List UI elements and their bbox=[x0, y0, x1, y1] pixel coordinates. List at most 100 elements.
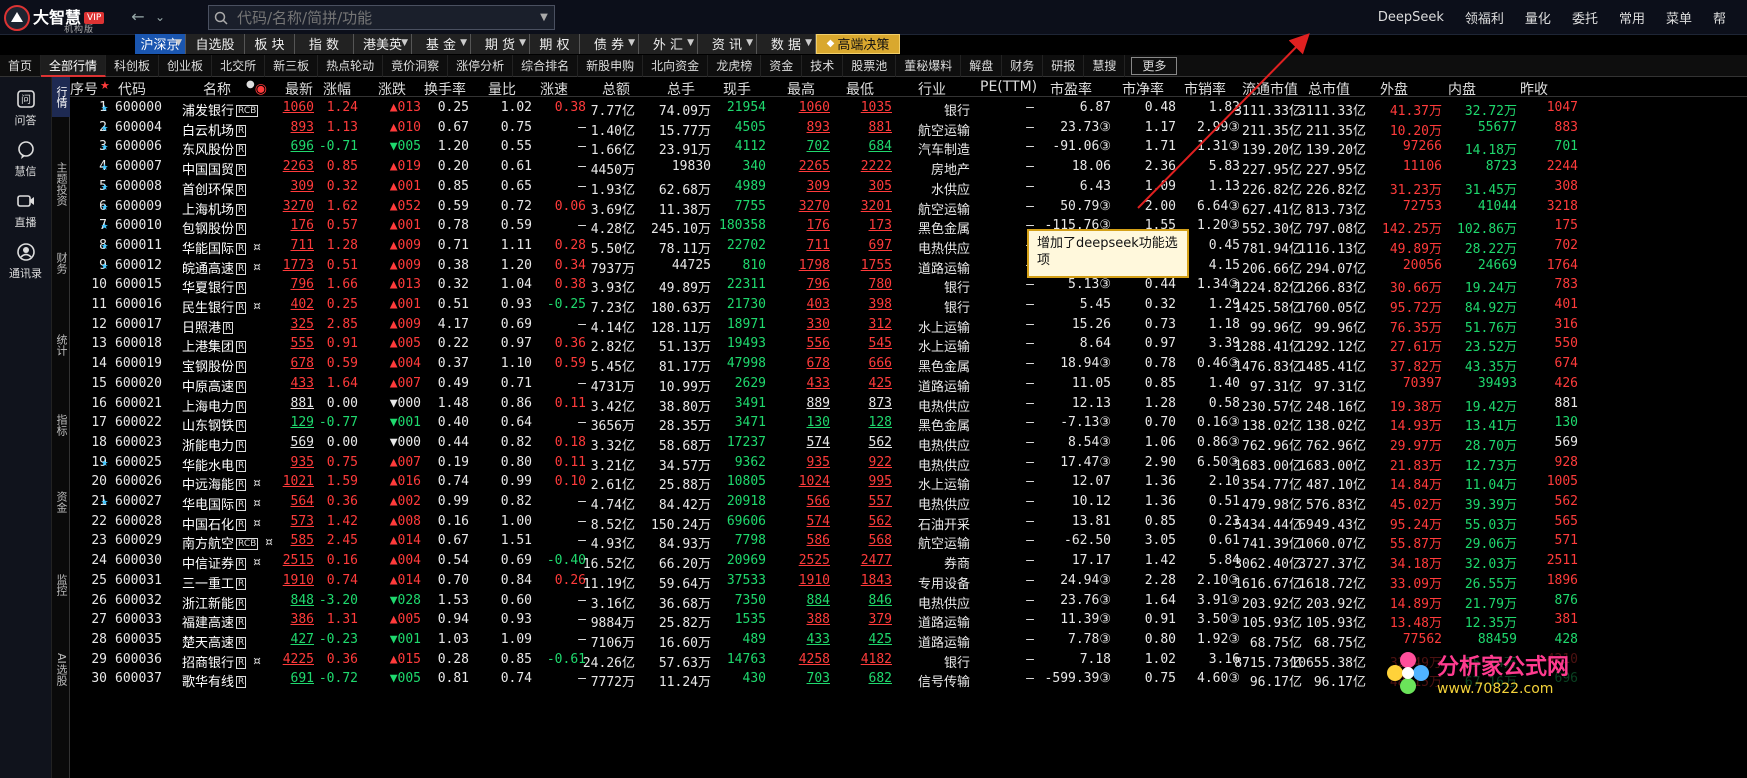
dropdown-arrow-icon[interactable]: ▼ bbox=[519, 38, 526, 48]
side-tab[interactable]: 指标 bbox=[52, 397, 70, 452]
tab-item[interactable]: 首页 bbox=[0, 54, 42, 77]
table-row[interactable]: 25 600031 三一重工 R 1910 0.74 ▲014 0.70 0.84 0.26 11.… bbox=[70, 571, 1747, 592]
favorite-star-icon[interactable]: ★ bbox=[101, 238, 108, 252]
table-row[interactable]: 12 600017 日照港 R 325 2.85 ▲009 4.17 0.69–4.14亿 128… bbox=[70, 315, 1747, 336]
dropdown-arrow-icon[interactable]: ▼ bbox=[746, 38, 753, 48]
table-row[interactable]: 14 600019 宝钢股份 R 678 0.59 ▲004 0.37 1.10 0.59 5.45… bbox=[70, 354, 1747, 375]
column-header[interactable]: 涨幅 bbox=[323, 79, 351, 99]
top-menu-item[interactable]: 菜单 bbox=[1666, 8, 1692, 27]
tab-item[interactable]: 竟价洞察 bbox=[383, 54, 449, 77]
side-tab[interactable]: 行情 bbox=[52, 77, 70, 117]
favorite-star-icon[interactable]: ★ bbox=[101, 199, 108, 213]
table-row[interactable]: 28 600035 楚天高速 R 427 -0.23 ▼001 1.03 1.09–7106万 1… bbox=[70, 630, 1747, 651]
search-box[interactable]: ▼ bbox=[208, 5, 555, 30]
tab-item[interactable]: 技术 bbox=[802, 54, 844, 77]
top-menu-item[interactable]: DeepSeek bbox=[1378, 10, 1444, 25]
table-row[interactable]: 16 600021 上海电力 R 881 0.00 ▼000 1.48 0.86 0.11 3.42… bbox=[70, 394, 1747, 415]
search-dropdown-icon[interactable]: ▼ bbox=[534, 12, 554, 23]
tab-item[interactable]: 新股申购 bbox=[578, 54, 644, 77]
column-header[interactable]: 流通市值 bbox=[1242, 79, 1298, 99]
table-row[interactable]: 22 600028 中国石化 R ¤ 573 1.42 ▲008 0.16 1.00–8.52亿 1… bbox=[70, 512, 1747, 533]
toolbar-button[interactable]: 港美英 ▼ bbox=[354, 33, 412, 54]
table-row[interactable]: 5 600008 首创环保 R 309 0.32 ▲001 0.85 0.65–1.93亿 62.… bbox=[70, 177, 1747, 198]
table-row[interactable]: 10 600015 华夏银行 R 796 1.66 ▲013 0.32 1.04 0.38 3.93… bbox=[70, 275, 1747, 296]
side-tab[interactable]: 资金 bbox=[52, 472, 70, 532]
table-row[interactable]: 20 600026 中远海能 R ¤ 1021 1.59 ▲016 0.74 0.99 0.10 2.… bbox=[70, 472, 1747, 493]
tab-item[interactable]: 解盘 bbox=[961, 54, 1003, 77]
tab-item[interactable]: 涨停分析 bbox=[448, 54, 514, 77]
favorite-star-icon[interactable]: ★ bbox=[101, 455, 108, 469]
tab-item[interactable]: 财务 bbox=[1002, 54, 1044, 77]
column-header[interactable]: 最新 bbox=[285, 79, 313, 99]
top-menu-item[interactable]: 委托 bbox=[1572, 8, 1598, 27]
column-header[interactable]: 最高 bbox=[787, 79, 815, 99]
tab-item[interactable]: 股票池 bbox=[843, 54, 897, 77]
tab-item[interactable]: 综合排名 bbox=[513, 54, 579, 77]
side-tab[interactable]: 统计 bbox=[52, 317, 70, 372]
table-row[interactable]: 11 600016 民生银行 R ¤ 402 0.25 ▲001 0.51 0.93 -0.25 7.… bbox=[70, 295, 1747, 316]
favorite-star-icon[interactable]: ★ bbox=[101, 494, 108, 508]
table-row[interactable]: 2 600004 白云机场 R 893 1.13 ▲010 0.67 0.75–1.40亿 15.… bbox=[70, 118, 1747, 139]
marker-dot-icon[interactable]: ● ◉ bbox=[246, 79, 267, 97]
dropdown-arrow-icon[interactable]: ▼ bbox=[460, 38, 467, 48]
toolbar-button[interactable]: 自选股 bbox=[186, 33, 245, 54]
table-row[interactable]: 8 600011 华能国际 R ¤ 711 1.28 ▲009 0.71 1.11 0.28 5.50… bbox=[70, 236, 1747, 257]
favorite-star-icon[interactable]: ★ bbox=[100, 79, 110, 92]
dropdown-arrow-icon[interactable]: ▼ bbox=[687, 38, 694, 48]
tab-item[interactable]: 北向资金 bbox=[643, 54, 709, 77]
top-menu-item[interactable]: 领福利 bbox=[1465, 8, 1504, 27]
column-header[interactable]: 总市值 bbox=[1308, 79, 1350, 99]
search-input[interactable] bbox=[233, 8, 534, 27]
tab-item[interactable]: 资金 bbox=[761, 54, 803, 77]
top-menu-item[interactable]: 常用 bbox=[1619, 8, 1645, 27]
table-row[interactable]: 17 600022 山东钢铁 R 129 -0.77 ▼001 0.40 0.64–3656万 2… bbox=[70, 413, 1747, 434]
toolbar-button[interactable]: 数 据 ▼ bbox=[757, 33, 816, 54]
column-header[interactable]: 最低 bbox=[846, 79, 874, 99]
favorite-star-icon[interactable]: ★ bbox=[101, 120, 108, 134]
column-header[interactable]: 量比 bbox=[488, 79, 516, 99]
table-row[interactable]: 18 600023 浙能电力 R 569 0.00 ▼000 0.44 0.82 0.18 3.32… bbox=[70, 433, 1747, 454]
toolbar-button[interactable]: 沪深京 ▼ bbox=[135, 33, 186, 54]
table-row[interactable]: 6 600009 上海机场 R 3270 1.62 ▲052 0.59 0.72 0.06 3.69… bbox=[70, 197, 1747, 218]
table-row[interactable]: 1 600000 浦发银行 RCB 1060 1.24 ▲013 0.25 1.02 0.38 7.… bbox=[70, 98, 1747, 119]
column-header[interactable]: 代码 bbox=[118, 79, 146, 99]
table-row[interactable]: 4 600007 中国国贸 R 2263 0.85 ▲019 0.20 0.61–4450万 19… bbox=[70, 157, 1747, 178]
sidebar-item-contacts[interactable]: 通讯录 bbox=[0, 242, 51, 281]
tab-item[interactable]: 创业板 bbox=[159, 54, 213, 77]
table-row[interactable]: 9 600012 皖通高速 R ¤ 1773 0.51 ▲009 0.38 1.20 0.34 793… bbox=[70, 256, 1747, 277]
column-header[interactable]: 总手 bbox=[667, 79, 695, 99]
column-header[interactable]: 外盘 bbox=[1380, 79, 1408, 99]
toolbar-button[interactable]: 期 权 bbox=[530, 33, 580, 54]
column-header[interactable]: 昨收 bbox=[1520, 79, 1548, 99]
toolbar-button[interactable]: 债 券 ▼ bbox=[580, 33, 639, 54]
table-row[interactable]: 21 600027 华电国际 R ¤ 564 0.36 ▲002 0.99 0.82–4.74亿 8… bbox=[70, 492, 1747, 513]
toolbar-button[interactable]: 资 讯 ▼ bbox=[698, 33, 757, 54]
table-row[interactable]: 15 600020 中原高速 R 433 1.64 ▲007 0.49 0.71–4731万 10… bbox=[70, 374, 1747, 395]
column-header[interactable]: 换手率 bbox=[424, 79, 466, 99]
toolbar-button[interactable]: 指 数 bbox=[295, 33, 354, 54]
sidebar-item-qa[interactable]: 问 问答 bbox=[0, 89, 51, 128]
tab-item[interactable]: 更多 bbox=[1131, 56, 1178, 75]
sidebar-item-live[interactable]: 直播 bbox=[0, 191, 51, 230]
sidebar-item-huixin[interactable]: 慧信 bbox=[0, 140, 51, 179]
column-header[interactable]: PE(TTM) bbox=[980, 79, 1037, 95]
dropdown-arrow-icon[interactable]: ▼ bbox=[628, 38, 635, 48]
back-arrow-icon[interactable]: ← bbox=[128, 6, 148, 28]
dropdown-arrow-icon[interactable]: ▼ bbox=[805, 38, 812, 48]
dropdown-arrow-icon[interactable]: ▼ bbox=[175, 38, 182, 48]
app-logo[interactable]: 大智慧 VIP 机构版 bbox=[4, 3, 126, 35]
favorite-star-icon[interactable]: ★ bbox=[101, 100, 108, 114]
table-row[interactable]: 24 600030 中信证券 R ¤ 2515 0.16 ▲004 0.54 0.69 -0.40 1… bbox=[70, 551, 1747, 572]
tab-item[interactable]: 北交所 bbox=[212, 54, 266, 77]
toolbar-button[interactable]: 基 金 ▼ bbox=[412, 33, 471, 54]
column-header[interactable]: 现手 bbox=[723, 79, 751, 99]
column-header[interactable]: 行业 bbox=[918, 79, 946, 99]
favorite-star-icon[interactable]: ★ bbox=[101, 258, 108, 272]
tab-item[interactable]: 研报 bbox=[1043, 54, 1085, 77]
table-row[interactable]: 13 600018 上港集团 R 555 0.91 ▲005 0.22 0.97 0.36 2.82… bbox=[70, 334, 1747, 355]
side-tab[interactable]: 监控 bbox=[52, 555, 70, 615]
tab-item[interactable]: 全部行情 bbox=[41, 54, 107, 77]
column-header[interactable]: 总额 bbox=[602, 79, 630, 99]
tab-item[interactable]: 董秘爆料 bbox=[896, 54, 962, 77]
column-header[interactable]: 涨速 bbox=[540, 79, 568, 99]
